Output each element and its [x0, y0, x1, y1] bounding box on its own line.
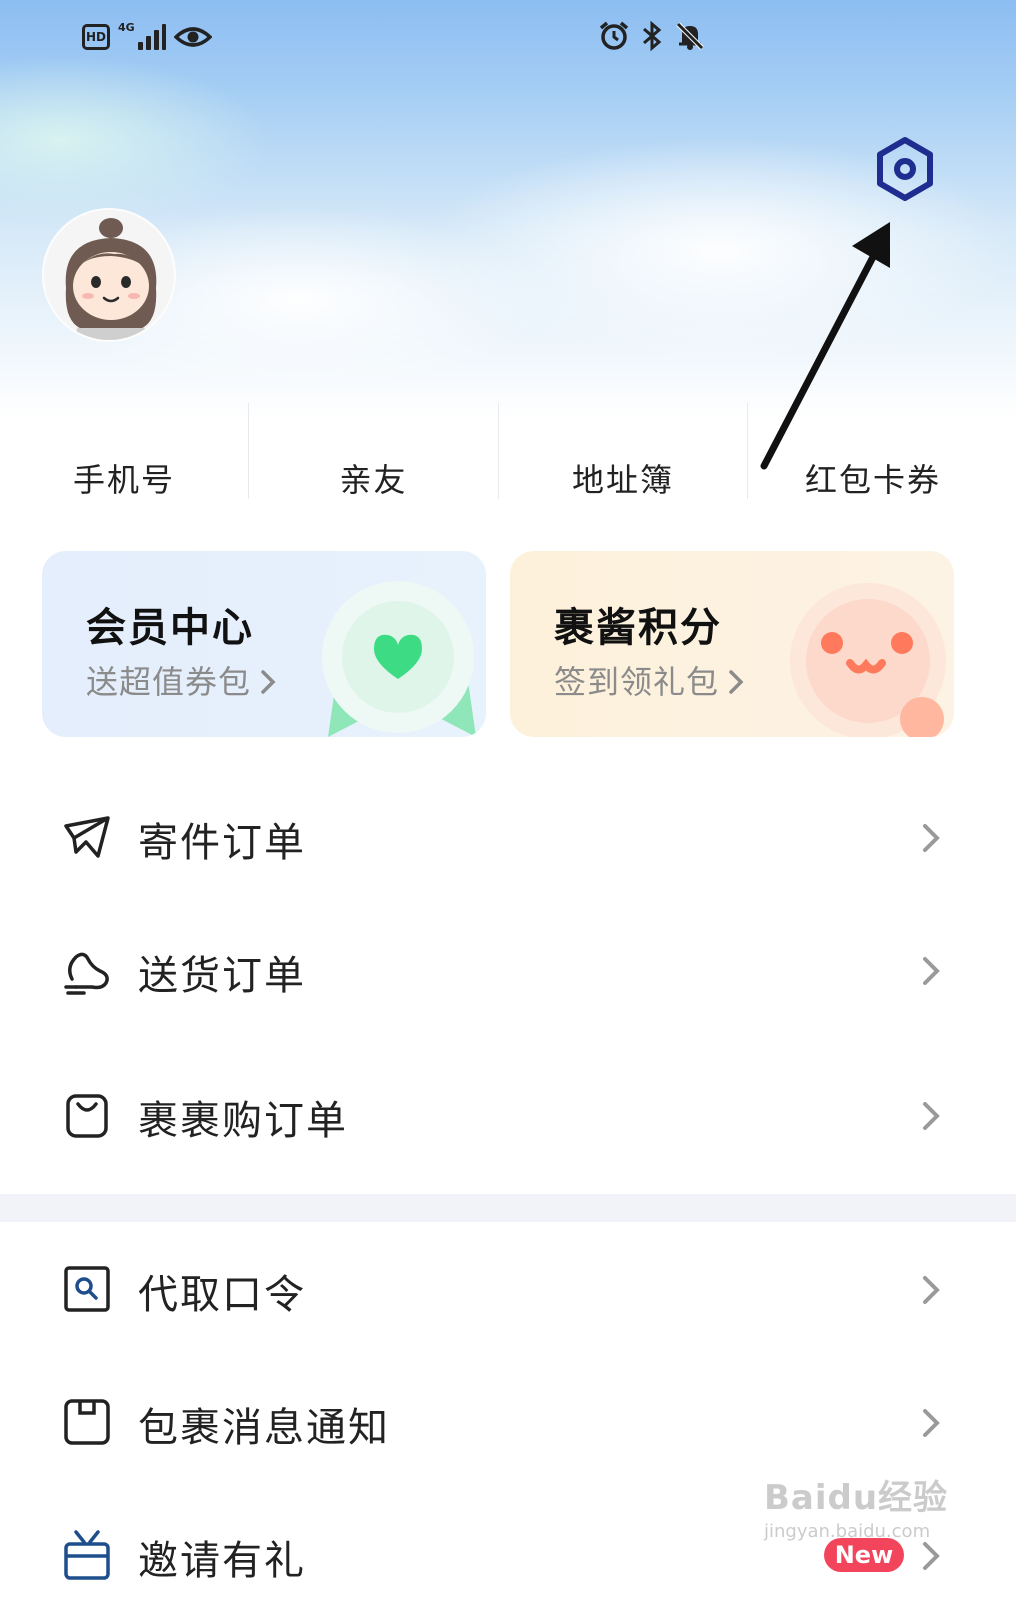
- mute-bell-icon: [676, 22, 704, 50]
- member-center-subtitle: 送超值券包: [86, 657, 277, 703]
- eye-icon: [174, 27, 212, 47]
- quick-link-address-book[interactable]: 地址簿: [499, 395, 747, 505]
- menu-item-label: 寄件订单: [138, 820, 306, 866]
- avatar-girl-icon: [44, 210, 174, 340]
- shopping-bag-icon: [66, 1094, 108, 1138]
- menu-item-pickup-code[interactable]: 代取口令: [0, 1240, 1016, 1340]
- watermark-sub-text: jingyan.baidu.com: [764, 1521, 931, 1542]
- delivery-hand-icon: [64, 952, 109, 995]
- points-card[interactable]: 裹酱积分 签到领礼包: [510, 551, 954, 737]
- smiley-mascot-icon: [790, 583, 946, 737]
- section-divider: [0, 1194, 1016, 1222]
- menu-item-package-notifications[interactable]: 包裹消息通知: [0, 1373, 1016, 1473]
- quick-link-label: 红包卡券: [804, 461, 941, 499]
- quick-link-phone[interactable]: 手机号: [0, 395, 248, 505]
- chevron-right-icon: [729, 670, 744, 694]
- member-heart-icon: [322, 581, 476, 737]
- quick-link-label: 地址簿: [571, 461, 674, 499]
- quick-link-friends[interactable]: 亲友: [249, 395, 498, 505]
- member-center-card[interactable]: 会员中心 送超值券包: [42, 551, 486, 737]
- quick-link-label: 手机号: [72, 461, 175, 499]
- settings-hexagon-icon: [877, 137, 933, 201]
- avatar[interactable]: [42, 208, 176, 342]
- points-title: 裹酱积分: [554, 605, 722, 651]
- quick-link-label: 亲友: [339, 461, 408, 499]
- package-notice-icon: [64, 1399, 110, 1445]
- quick-link-coupons[interactable]: 红包卡券: [748, 395, 998, 505]
- quick-links-row: 手机号 亲友 地址簿 红包卡券: [0, 395, 1016, 505]
- send-plane-icon: [64, 816, 110, 858]
- menu-item-shop-orders[interactable]: 裹裹购订单: [0, 1066, 1016, 1166]
- menu-item-send-orders[interactable]: 寄件订单: [0, 788, 1016, 888]
- watermark-main-text: Baidu经验: [764, 1478, 949, 1518]
- menu-item-label: 邀请有礼: [138, 1538, 306, 1584]
- points-subtitle-text: 签到领礼包: [554, 663, 720, 701]
- pickup-code-icon: [64, 1266, 110, 1312]
- settings-button[interactable]: [872, 136, 938, 202]
- bluetooth-icon: [643, 20, 662, 52]
- chevron-right-icon: [923, 1102, 940, 1130]
- member-center-subtitle-text: 送超值券包: [86, 663, 252, 701]
- member-center-title: 会员中心: [86, 605, 254, 651]
- menu-item-label: 送货订单: [138, 953, 306, 999]
- network-type-label: 4G: [118, 21, 135, 34]
- menu-item-label: 裹裹购订单: [138, 1098, 348, 1144]
- points-subtitle: 签到领礼包: [554, 657, 745, 703]
- menu-item-delivery-orders[interactable]: 送货订单: [0, 921, 1016, 1021]
- status-bar: HD 4G: [0, 0, 1016, 78]
- signal-icon: 4G: [118, 22, 166, 52]
- hd-icon: HD: [82, 24, 110, 50]
- baidu-watermark: Baidu经验 jingyan.baidu.com: [764, 1470, 964, 1560]
- menu-item-label: 包裹消息通知: [138, 1405, 390, 1451]
- chevron-right-icon: [261, 670, 276, 694]
- chevron-right-icon: [923, 1276, 940, 1304]
- gift-icon: [64, 1530, 110, 1580]
- chevron-right-icon: [923, 957, 940, 985]
- chevron-right-icon: [923, 824, 940, 852]
- chevron-right-icon: [923, 1409, 940, 1437]
- menu-item-label: 代取口令: [138, 1272, 306, 1318]
- alarm-icon: [599, 21, 629, 50]
